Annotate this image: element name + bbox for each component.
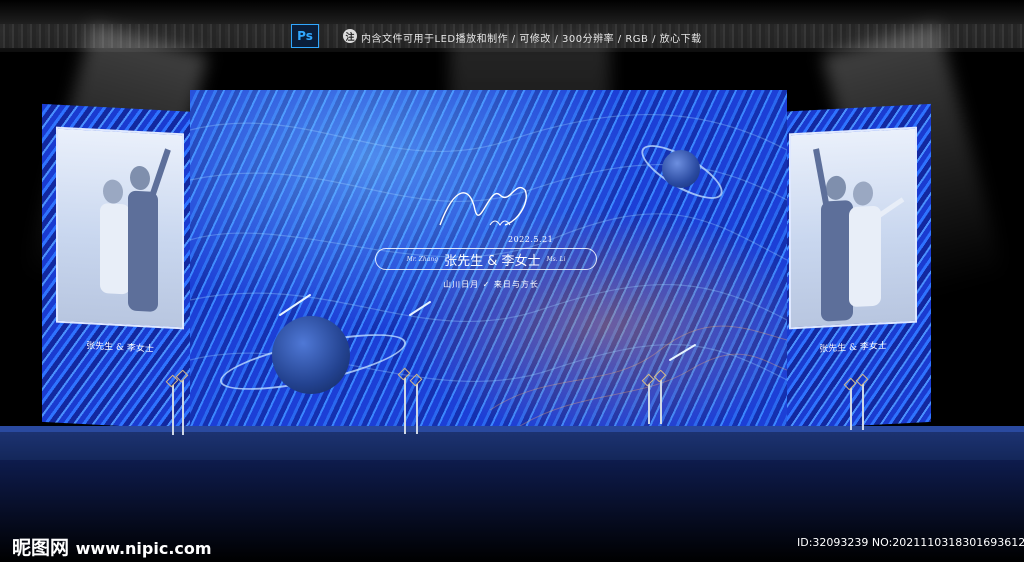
- candle-stand: [416, 384, 418, 434]
- groom-english-name: Mr. Zhang: [406, 255, 439, 263]
- bride-english-name: Ms. Li: [546, 255, 566, 263]
- watermark-site: www.nipic.com: [75, 539, 212, 558]
- names-banner: Mr. Zhang 张先生 & 李女士 Ms. Li: [375, 248, 597, 270]
- watermark-brand-name: 昵图网: [12, 537, 70, 559]
- left-side-caption: 张先生 & 李女士: [86, 341, 154, 355]
- wedding-date: 2022.5.21: [508, 235, 554, 244]
- photoshop-icon: Ps: [291, 24, 319, 48]
- watermark-id: ID:32093239 NO:20211103183016936126: [797, 536, 1024, 549]
- couple-photo-left: [56, 126, 184, 330]
- candle-stand: [648, 384, 650, 424]
- candle-stand: [182, 380, 184, 435]
- candle-stand: [862, 384, 864, 430]
- candle-stand: [172, 385, 174, 435]
- planet-small: [662, 150, 700, 188]
- tagline: 山川日月 ✓ 来日与方长: [443, 280, 539, 289]
- couple-photo-right: [789, 126, 917, 330]
- planet-large: [272, 316, 350, 394]
- couple-names: 张先生 & 李女士: [444, 253, 541, 269]
- right-side-caption: 张先生 & 李女士: [819, 341, 887, 355]
- candle-stand: [850, 388, 852, 430]
- candle-stand: [660, 380, 662, 424]
- candle-stand: [404, 378, 406, 434]
- note-icon: 注: [343, 29, 357, 43]
- watermark-brand: 昵图网 www.nipic.com: [12, 533, 212, 560]
- stage-edge: [0, 426, 1024, 432]
- wedding-script-logo: [439, 187, 527, 226]
